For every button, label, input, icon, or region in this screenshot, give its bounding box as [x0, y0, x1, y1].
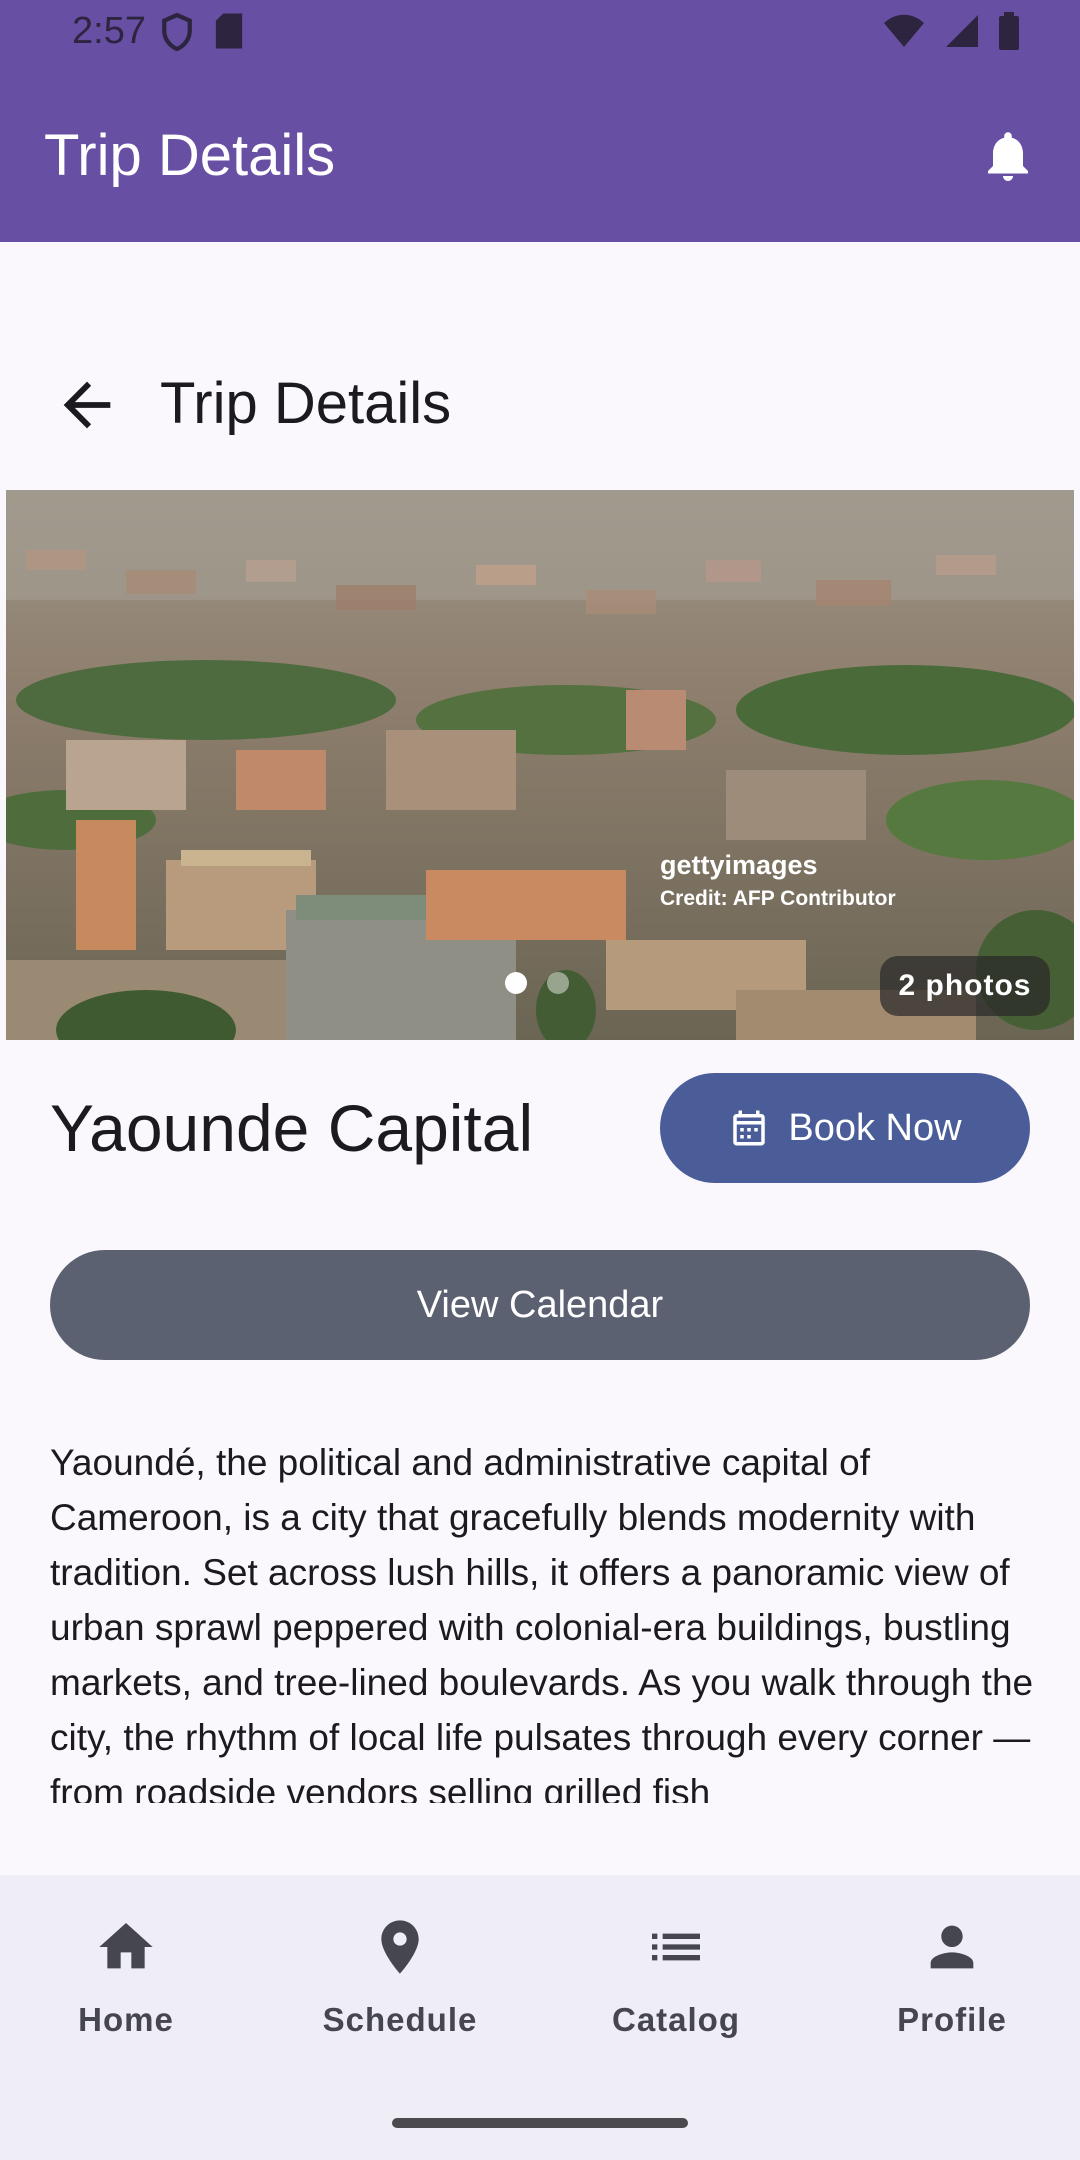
photo-count-badge: 2 photos: [880, 956, 1050, 1016]
book-now-button[interactable]: Book Now: [660, 1073, 1030, 1183]
trip-description: Yaoundé, the political and administrativ…: [50, 1442, 1034, 1803]
sd-card-icon: [215, 13, 243, 49]
location-pin-icon: [381, 1920, 419, 1974]
back-arrow-icon[interactable]: [52, 370, 122, 440]
nav-item-catalog[interactable]: Catalog: [566, 1915, 786, 2065]
pagination-dot[interactable]: [547, 972, 569, 994]
nav-item-schedule[interactable]: Schedule: [290, 1915, 510, 2065]
nav-label: Profile: [897, 2001, 1007, 2038]
book-now-label: Book Now: [788, 1106, 962, 1149]
view-calendar-button[interactable]: View Calendar: [50, 1250, 1030, 1360]
watermark-brand: gettyimages: [660, 850, 818, 880]
carousel-pagination: [505, 972, 569, 994]
nav-label: Schedule: [322, 2001, 478, 2038]
app-bar-title: Trip Details: [44, 123, 336, 188]
list-icon: [652, 1933, 700, 1961]
nav-label: Catalog: [611, 2001, 740, 2038]
home-icon: [99, 1923, 153, 1969]
status-time: 2:57: [72, 10, 146, 52]
photo-credit-watermark: gettyimages Credit: AFP Contributor: [660, 850, 896, 911]
shield-icon: [162, 12, 192, 52]
subheader: Trip Details: [0, 350, 1080, 460]
bell-icon[interactable]: [978, 126, 1038, 186]
home-indicator[interactable]: [392, 2118, 688, 2128]
status-bar: 2:57: [0, 0, 1080, 64]
place-title: Yaounde Capital: [50, 1091, 534, 1165]
top-app-bar: Trip Details: [0, 64, 1080, 242]
pagination-dot-active[interactable]: [505, 972, 527, 994]
battery-icon: [999, 12, 1019, 50]
nav-item-home[interactable]: Home: [16, 1915, 236, 2065]
view-calendar-label: View Calendar: [416, 1283, 664, 1326]
nav-item-profile[interactable]: Profile: [842, 1915, 1062, 2065]
page-title: Trip Details: [160, 371, 452, 436]
person-icon: [930, 1925, 974, 1969]
calendar-icon: [733, 1110, 766, 1146]
nav-label: Home: [78, 2001, 174, 2038]
wifi-icon: [884, 14, 924, 47]
watermark-credit: Credit: AFP Contributor: [660, 887, 896, 910]
signal-icon: [946, 15, 978, 47]
